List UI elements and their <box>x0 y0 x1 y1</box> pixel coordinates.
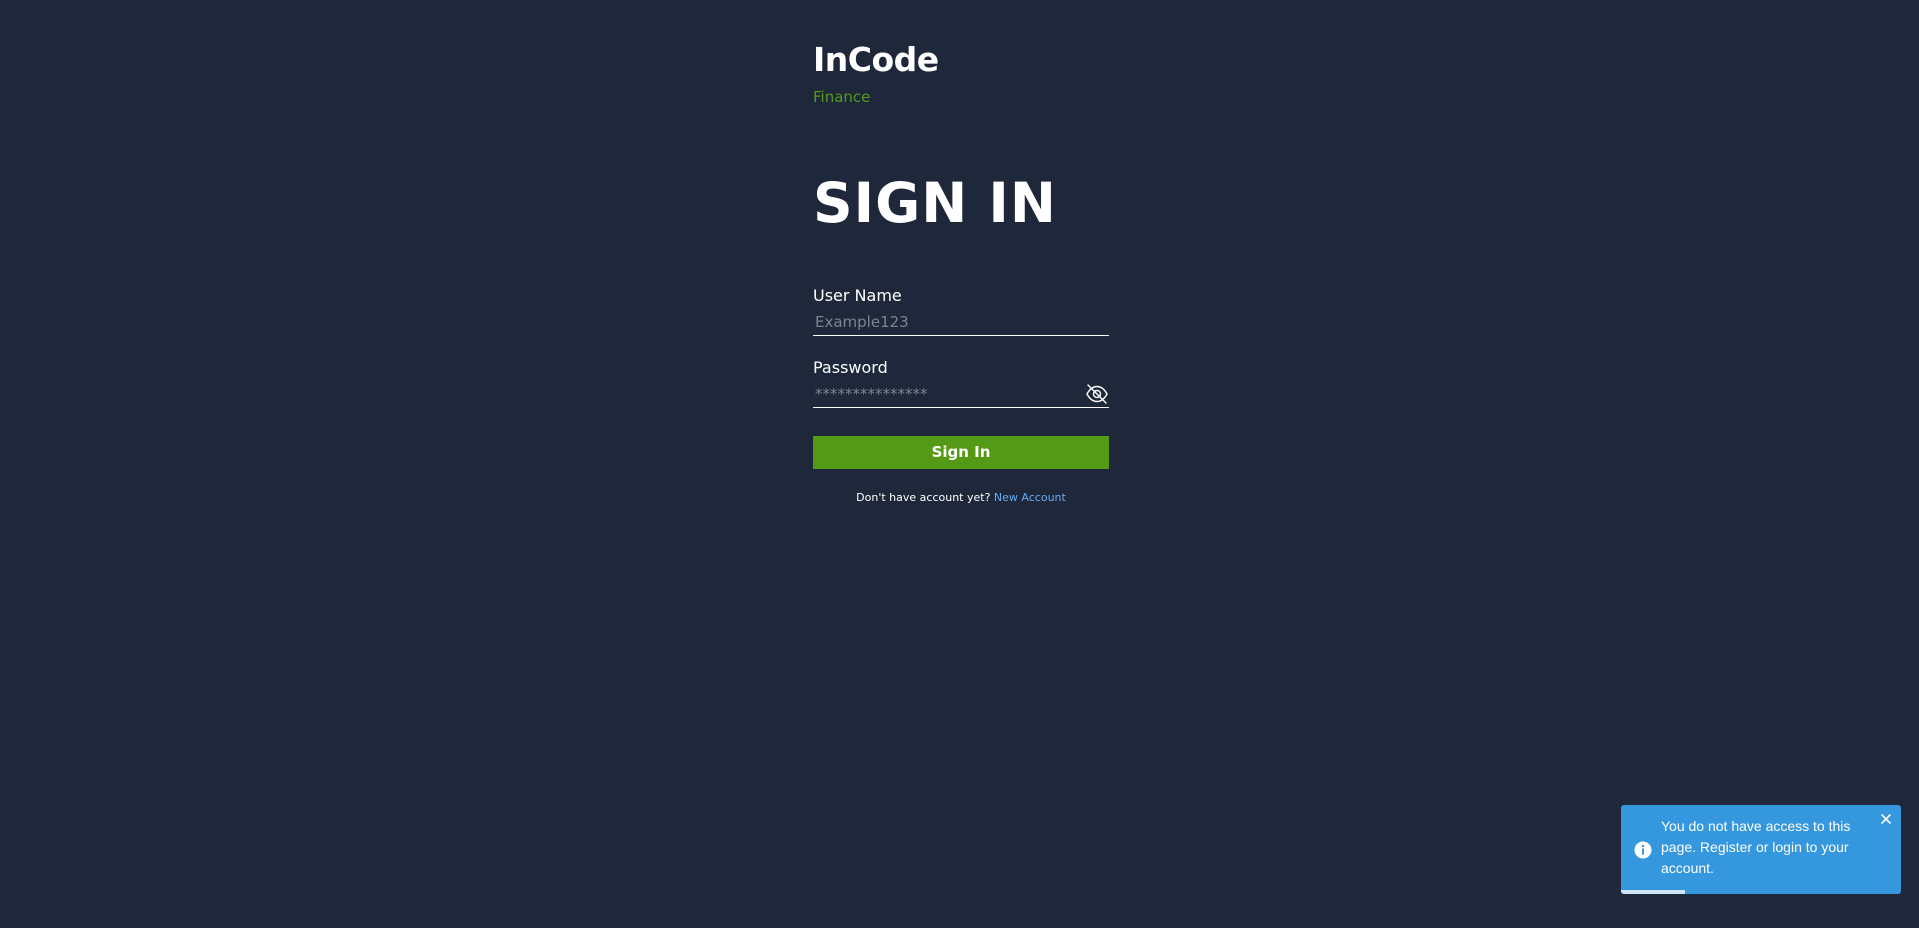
password-input[interactable] <box>813 384 1109 403</box>
info-icon <box>1634 841 1652 859</box>
access-denied-toast[interactable]: You do not have access to this page. Reg… <box>1621 805 1901 894</box>
close-icon[interactable] <box>1879 811 1893 825</box>
sign-in-form: InCode Finance SIGN IN User Name Passwor… <box>813 40 1109 504</box>
signup-prompt: Don't have account yet? <box>856 490 991 504</box>
eye-slash-icon[interactable] <box>1085 383 1109 405</box>
signup-row: Don't have account yet? New Account <box>813 491 1109 504</box>
page-title: SIGN IN <box>813 170 1057 235</box>
toast-progress-bar <box>1621 890 1686 894</box>
sign-in-button[interactable]: Sign In <box>813 435 1109 469</box>
username-input-row <box>813 309 1109 336</box>
username-input[interactable] <box>813 312 1109 331</box>
username-label: User Name <box>813 285 902 305</box>
password-label: Password <box>813 357 888 377</box>
brand-title: InCode <box>813 40 939 79</box>
password-input-row <box>813 381 1109 408</box>
brand-subtitle: Finance <box>813 87 871 106</box>
password-field-group: Password <box>813 358 1109 408</box>
sign-in-page: InCode Finance SIGN IN User Name Passwor… <box>0 0 1919 928</box>
username-field-group: User Name <box>813 286 1109 336</box>
new-account-link[interactable]: New Account <box>994 491 1066 504</box>
toast-message: You do not have access to this page. Reg… <box>1661 818 1851 876</box>
